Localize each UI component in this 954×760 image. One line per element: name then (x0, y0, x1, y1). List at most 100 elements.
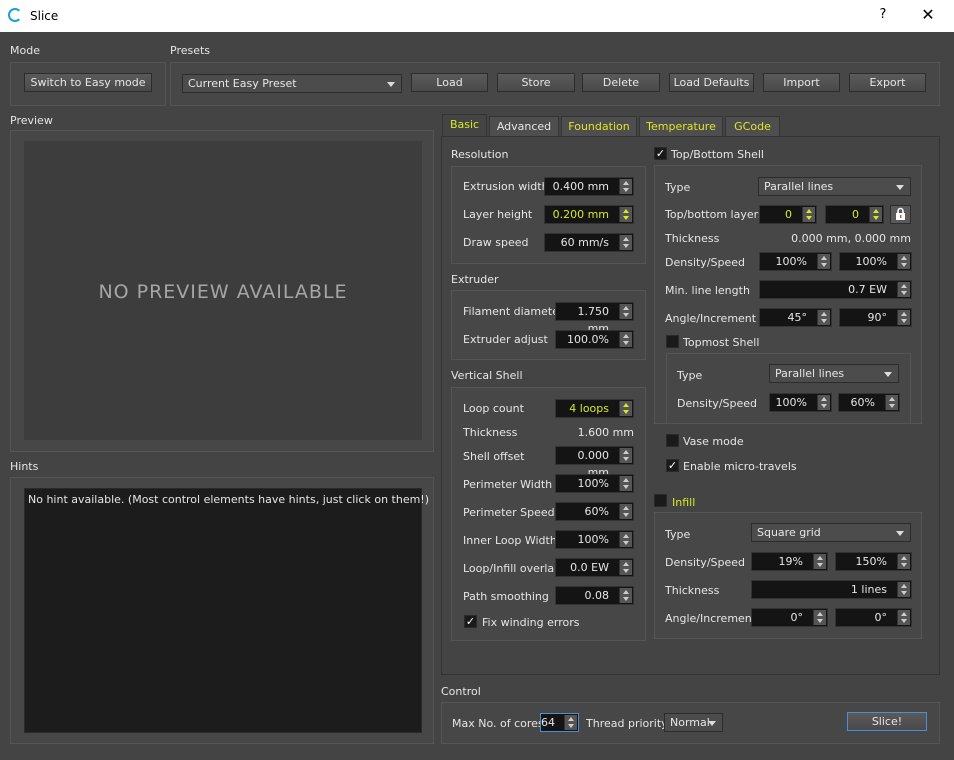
close-button[interactable]: ✕ (918, 5, 938, 24)
topmost-density-spinbox[interactable]: 100% (769, 393, 832, 412)
perimeter-speed-spinbox[interactable]: 60% (555, 502, 634, 521)
topmost-density-label: Density/Speed (677, 397, 758, 410)
shell-offset-spinbox[interactable]: 0.000 mm (555, 446, 634, 479)
tb-type-select[interactable]: Parallel lines (758, 177, 911, 196)
filament-diameter-spinbox[interactable]: 1.750 mm (555, 302, 634, 335)
preset-select[interactable]: Current Easy Preset (182, 74, 402, 93)
path-smoothing-value: 0.08 (584, 589, 610, 602)
spin-arrows-icon[interactable] (897, 282, 910, 297)
spin-arrows-icon[interactable] (869, 207, 882, 222)
loop-infill-overlap-spinbox[interactable]: 0.0 EW (555, 558, 634, 577)
spin-arrows-icon[interactable] (813, 554, 826, 569)
slice-button[interactable]: Slice! (847, 712, 927, 731)
spin-arrows-icon[interactable] (885, 395, 898, 410)
topmost-density-value: 100% (775, 396, 807, 409)
infill-checkbox[interactable] (654, 494, 667, 507)
spin-arrows-icon[interactable] (817, 254, 830, 269)
export-button[interactable]: Export (849, 73, 926, 92)
topmost-type-select[interactable]: Parallel lines (769, 364, 899, 383)
tab-gcode[interactable]: GCode (725, 116, 780, 137)
spin-arrows-icon[interactable] (897, 310, 910, 325)
fix-winding-checkbox[interactable]: ✓ (464, 615, 477, 628)
extrusion-width-label: Extrusion width (463, 180, 549, 193)
spin-arrows-icon[interactable] (619, 588, 632, 603)
spin-arrows-icon[interactable] (619, 560, 632, 575)
tb-angle-spinbox[interactable]: 45° (759, 308, 832, 327)
tb-speed-spinbox[interactable]: 100% (839, 252, 912, 271)
load-defaults-button[interactable]: Load Defaults (669, 73, 754, 92)
tab-temperature[interactable]: Temperature (639, 116, 723, 137)
inner-loop-width-label: Inner Loop Width (463, 534, 557, 547)
spin-arrows-icon[interactable] (619, 532, 632, 547)
spin-arrows-icon[interactable] (619, 448, 632, 463)
tab-basic[interactable]: Basic (442, 114, 487, 137)
draw-speed-spinbox[interactable]: 60 mm/s (544, 233, 634, 252)
store-button[interactable]: Store (497, 73, 575, 92)
extruder-adjust-value: 100.0% (567, 333, 609, 346)
spin-arrows-icon[interactable] (619, 179, 632, 194)
infill-density-spinbox[interactable]: 19% (751, 552, 828, 571)
bottom-layers-spinbox[interactable]: 0 (825, 205, 884, 224)
topmost-shell-checkbox[interactable] (666, 335, 679, 348)
import-button[interactable]: Import (763, 73, 840, 92)
tb-increment-spinbox[interactable]: 90° (839, 308, 912, 327)
min-line-length-label: Min. line length (665, 284, 750, 297)
path-smoothing-spinbox[interactable]: 0.08 (555, 586, 634, 605)
top-bottom-shell-checkbox[interactable]: ✓ (654, 147, 667, 160)
lock-button[interactable] (890, 205, 911, 224)
micro-travels-checkbox[interactable]: ✓ (666, 459, 679, 472)
spin-arrows-icon[interactable] (897, 610, 910, 625)
loop-count-spinbox[interactable]: 4 loops (555, 399, 634, 418)
tab-foundation[interactable]: Foundation (561, 116, 637, 137)
layer-height-spinbox[interactable]: 0.200 mm (544, 205, 634, 224)
infill-type-label: Type (665, 528, 691, 541)
top-layers-spinbox[interactable]: 0 (759, 205, 817, 224)
spin-arrows-icon[interactable] (619, 332, 632, 347)
tab-advanced[interactable]: Advanced (489, 116, 559, 137)
spin-arrows-icon[interactable] (897, 582, 910, 597)
spin-arrows-icon[interactable] (619, 504, 632, 519)
load-button[interactable]: Load (411, 73, 488, 92)
spin-arrows-icon[interactable] (619, 304, 632, 319)
spin-arrows-icon[interactable] (897, 554, 910, 569)
perimeter-speed-value: 60% (584, 505, 609, 518)
delete-button[interactable]: Delete (582, 73, 660, 92)
tb-layers-label: Top/bottom layers (665, 208, 764, 221)
thread-priority-label: Thread priority (586, 717, 668, 730)
spin-arrows-icon[interactable] (619, 476, 632, 491)
spin-arrows-icon[interactable] (564, 715, 577, 730)
max-cores-spinbox[interactable]: 64 (540, 713, 579, 732)
vertical-thickness-label: Thickness (463, 426, 518, 439)
path-smoothing-label: Path smoothing (463, 590, 549, 603)
max-cores-value: 64 (541, 716, 555, 729)
infill-thickness-spinbox[interactable]: 1 lines (751, 580, 912, 599)
infill-angle-spinbox[interactable]: 0° (751, 608, 828, 627)
infill-increment-spinbox[interactable]: 0° (835, 608, 912, 627)
topmost-shell-label: Topmost Shell (683, 336, 760, 349)
spin-arrows-icon[interactable] (802, 207, 815, 222)
spin-arrows-icon[interactable] (619, 207, 632, 222)
top-bottom-shell-label: Top/Bottom Shell (671, 148, 764, 161)
extrusion-width-spinbox[interactable]: 0.400 mm (544, 177, 634, 196)
spin-arrows-icon[interactable] (817, 310, 830, 325)
help-button[interactable]: ? (876, 7, 890, 22)
spin-arrows-icon[interactable] (619, 401, 632, 416)
min-line-length-spinbox[interactable]: 0.7 EW (759, 280, 912, 299)
extruder-adjust-spinbox[interactable]: 100.0% (555, 330, 634, 349)
draw-speed-value: 60 mm/s (560, 236, 609, 249)
spin-arrows-icon[interactable] (813, 610, 826, 625)
spin-arrows-icon[interactable] (817, 395, 830, 410)
perimeter-speed-label: Perimeter Speed (463, 506, 555, 519)
spin-arrows-icon[interactable] (897, 254, 910, 269)
topmost-speed-spinbox[interactable]: 60% (838, 393, 900, 412)
switch-easy-mode-button[interactable]: Switch to Easy mode (24, 73, 152, 92)
infill-type-select[interactable]: Square grid (751, 523, 911, 542)
infill-speed-spinbox[interactable]: 150% (835, 552, 912, 571)
spin-arrows-icon[interactable] (619, 235, 632, 250)
perimeter-width-value: 100% (577, 477, 609, 490)
vase-mode-checkbox[interactable] (666, 434, 679, 447)
tb-density-spinbox[interactable]: 100% (759, 252, 832, 271)
inner-loop-width-spinbox[interactable]: 100% (555, 530, 634, 549)
perimeter-width-spinbox[interactable]: 100% (555, 474, 634, 493)
thread-priority-select[interactable]: Normal (664, 713, 723, 732)
